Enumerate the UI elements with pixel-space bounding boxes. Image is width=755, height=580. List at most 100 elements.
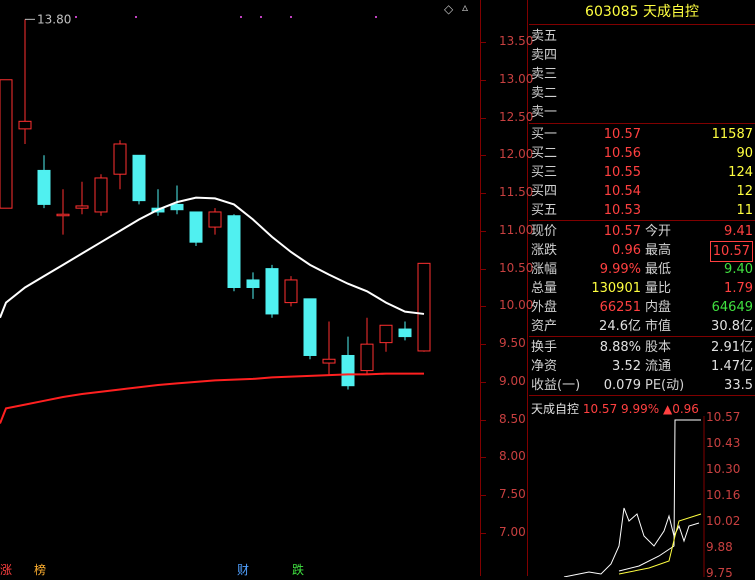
price-tick: 8.00 (499, 449, 526, 464)
axis-tick-mark (481, 344, 486, 346)
row-value-2: 11 (736, 203, 753, 218)
row-value-2: 12 (736, 184, 753, 199)
mini-axis-tick: 10.02 (706, 514, 741, 528)
quote-row[interactable]: 买二 10.56 90 (529, 144, 755, 163)
mini-avg-line (618, 513, 702, 575)
candle-body (284, 279, 298, 304)
quote-row[interactable]: 卖四 (529, 46, 755, 65)
candle-body (132, 154, 146, 202)
divider (529, 220, 755, 221)
row-value: 10.53 (603, 203, 641, 218)
quote-panel: 603085 天成自控 卖五 卖四 卖三 卖二 卖一 买一 10.57 11587 买二 10.… (529, 0, 755, 580)
quote-row[interactable]: 涨跌 0.96 最高 10.57 (529, 241, 755, 262)
axis-tick-mark (481, 42, 486, 43)
axis-tick-mark (481, 495, 486, 497)
row-value-2: 1.47亿 (711, 359, 753, 374)
row-label: 买三 (531, 165, 558, 180)
quote-row[interactable]: 现价 10.57 今开 9.41 (529, 222, 755, 241)
price-tick: 7.50 (499, 487, 526, 502)
row-label: 买四 (531, 184, 558, 199)
divider (529, 123, 755, 124)
quote-row[interactable]: 买四 10.54 12 (529, 182, 755, 201)
stock-name: 天成自控 (642, 4, 699, 20)
row-label: 换手 (531, 340, 558, 355)
event-mark: 榜 (34, 562, 46, 576)
event-dot (260, 16, 262, 18)
candle-body (170, 203, 184, 211)
quote-row[interactable]: 总量 130901 量比 1.79 (529, 279, 755, 298)
row-value-2: 10.57 (709, 241, 753, 262)
row-value-2: 64649 (711, 300, 753, 315)
candle-body (189, 211, 203, 243)
intraday-mini-chart[interactable]: 天成自控 10.57 9.99% ▲0.96 10.57 10.43 10.30 10… (529, 395, 755, 580)
axis-tick-mark (481, 306, 486, 308)
event-dot (375, 16, 377, 18)
quote-row[interactable]: 净资 3.52 流通 1.47亿 (529, 357, 755, 376)
mini-axis-tick: 10.43 (706, 436, 741, 450)
quote-row[interactable]: 收益(一) 0.079 PE(动) 33.5 (529, 376, 755, 395)
candle-body (227, 215, 241, 288)
candle-body (0, 79, 13, 209)
axis-tick-mark (481, 79, 486, 81)
row-value: 66251 (599, 300, 641, 315)
row-label: 外盘 (531, 300, 558, 315)
candle-body (417, 262, 431, 352)
diamond-icon[interactable]: ◇ (444, 2, 453, 16)
event-dot (240, 16, 242, 18)
row-value: 3.52 (612, 359, 641, 374)
quote-row[interactable]: 买五 10.53 11 (529, 201, 755, 220)
axis-tick-mark (481, 419, 486, 421)
quote-row[interactable]: 买一 10.57 11587 (529, 125, 755, 144)
mini-axis-tick: 9.88 (706, 540, 733, 554)
row-label-2: 内盘 (645, 300, 672, 315)
row-value: 10.54 (603, 184, 641, 199)
row-value: 10.57 (603, 127, 641, 142)
quote-row[interactable]: 买三 10.55 124 (529, 163, 755, 182)
price-tick: 9.50 (499, 336, 526, 351)
row-value: 10.55 (603, 165, 641, 180)
row-value-2: 90 (736, 146, 753, 161)
row-label: 买五 (531, 203, 558, 218)
mini-price-line-2 (618, 419, 701, 572)
row-value: 130901 (591, 281, 641, 296)
collapse-icon[interactable]: ▵ (462, 0, 468, 14)
row-label-2: 最低 (645, 262, 672, 277)
quote-row[interactable]: 涨幅 9.99% 最低 9.40 (529, 260, 755, 279)
candle-body (246, 279, 260, 289)
axis-tick-mark (481, 193, 486, 195)
quote-row[interactable]: 卖一 (529, 103, 755, 122)
row-label: 卖四 (531, 48, 558, 63)
kline-chart[interactable]: 13.80 涨 榜 财 跌 (0, 0, 480, 576)
row-label: 买一 (531, 127, 558, 142)
candle-body (208, 211, 222, 228)
row-label: 卖一 (531, 105, 558, 120)
row-label: 涨幅 (531, 262, 558, 277)
event-dot (135, 16, 137, 18)
row-label-2: PE(动) (645, 378, 685, 393)
quote-row[interactable]: 换手 8.88% 股本 2.91亿 (529, 338, 755, 357)
quote-row[interactable]: 卖三 (529, 65, 755, 84)
price-tick: 9.00 (499, 373, 526, 388)
row-label: 涨跌 (531, 243, 558, 258)
row-label-2: 市值 (645, 319, 672, 334)
event-dot (290, 16, 292, 18)
row-value: 8.88% (599, 340, 641, 355)
axis-tick-mark (481, 533, 486, 534)
row-value: 24.6亿 (599, 319, 641, 334)
axis-tick-mark (481, 457, 486, 459)
quote-row[interactable]: 卖二 (529, 84, 755, 103)
row-label-2: 今开 (645, 224, 672, 239)
quote-row[interactable]: 卖五 (529, 27, 755, 46)
high-marker-label: 13.80 (37, 12, 71, 26)
quote-row[interactable]: 外盘 66251 内盘 64649 (529, 298, 755, 317)
row-value: 10.56 (603, 146, 641, 161)
row-value: 0.079 (603, 378, 641, 393)
candle-body (75, 205, 89, 209)
row-value-2: 1.79 (724, 281, 753, 296)
row-label: 现价 (531, 224, 558, 239)
quote-row[interactable]: 资产 24.6亿 市值 30.8亿 (529, 317, 755, 336)
price-axis: 13.50 13.00 12.50 12.00 11.50 11.00 10.50 10.00… (480, 0, 533, 576)
mini-axis-tick: 9.75 (706, 566, 733, 580)
row-label: 卖三 (531, 67, 558, 82)
candle-body (113, 143, 127, 175)
